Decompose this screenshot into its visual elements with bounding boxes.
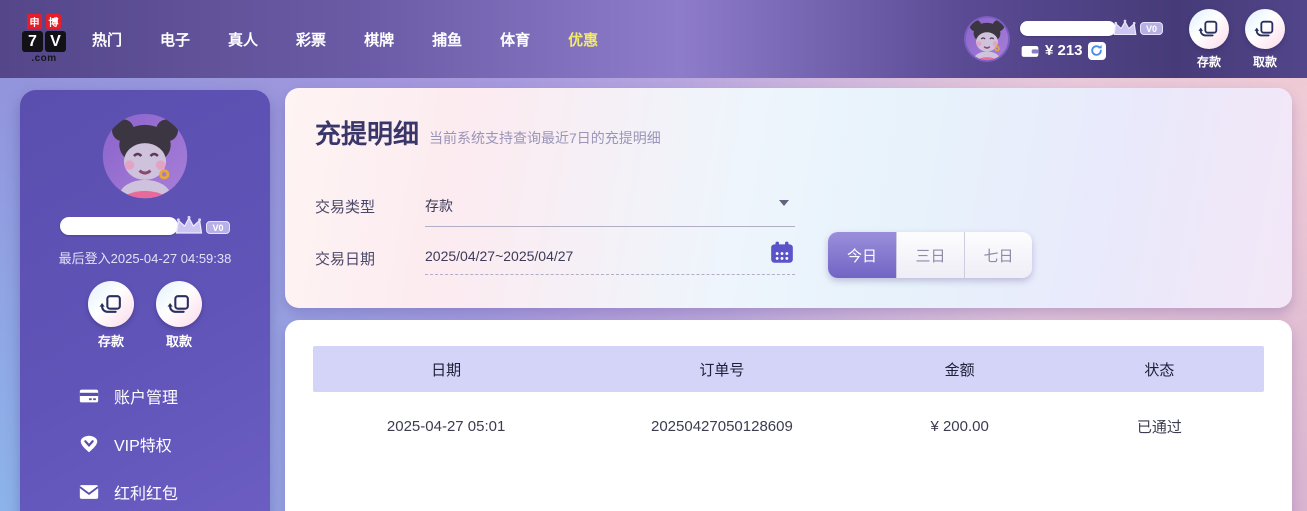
sidebar: V0 最后登入2025-04-27 04:59:38 存款 取款 账户管理 VI… (20, 90, 270, 511)
logo-badge-bo: 博 (46, 14, 61, 29)
transaction-type-select[interactable]: 存款 (425, 192, 795, 227)
deposit-button[interactable]: 存款 (1189, 8, 1229, 70)
deposit-label: 存款 (1196, 54, 1221, 69)
menu-item-chess[interactable]: 棋牌 (364, 29, 394, 50)
filter-card: 充提明细 当前系统支持查询最近7日的充提明细 交易类型 存款 交易日期 2025… (285, 88, 1292, 308)
deposit-icon (1189, 8, 1229, 49)
logo-7v: 7 V (22, 31, 66, 52)
logo-badges: 申 博 (27, 14, 61, 29)
table-row: 2025-04-27 05:01 20250427050128609 ¥ 200… (313, 392, 1264, 460)
site-logo[interactable]: 申 博 7 V .com (22, 14, 66, 64)
main-menu: 热门 电子 真人 彩票 棋牌 捕鱼 体育 优惠 (92, 29, 598, 50)
logo-tile-7: 7 (22, 31, 43, 52)
cell-amount: ¥ 200.00 (930, 417, 989, 435)
withdraw-label: 取款 (1252, 54, 1277, 69)
date-range-group: 今日 三日 七日 (828, 232, 1032, 278)
transaction-date-row: 交易日期 2025/04/27~2025/04/27 (315, 241, 795, 275)
sidebar-vip-level-badge: V0 (206, 221, 230, 234)
sidebar-menu: 账户管理 VIP特权 红利红包 (20, 372, 270, 511)
username-redacted (1019, 20, 1116, 36)
nav-user-info: V0 ¥ 213 (1019, 18, 1163, 61)
column-header-status: 状态 (1144, 361, 1175, 379)
logo-tile-v: V (45, 31, 66, 52)
sidebar-item-account-management[interactable]: 账户管理 (20, 372, 270, 420)
menu-item-sports[interactable]: 体育 (500, 29, 530, 50)
red-packet-envelope-icon (79, 485, 99, 499)
logo-badge-shen: 申 (27, 14, 42, 29)
menu-item-hot[interactable]: 热门 (92, 29, 122, 50)
sidebar-withdraw-icon (156, 281, 202, 327)
column-header-amount: 金额 (944, 361, 975, 379)
top-nav: 申 博 7 V .com 热门 电子 真人 彩票 棋牌 捕鱼 体育 优惠 V0 … (0, 0, 1307, 78)
transaction-date-value: 2025/04/27~2025/04/27 (425, 248, 574, 264)
withdraw-icon (1245, 8, 1285, 49)
transaction-type-label: 交易类型 (315, 199, 376, 216)
chevron-down-icon (779, 200, 789, 206)
sidebar-deposit-button[interactable]: 存款 (88, 281, 134, 350)
range-seven-days-button[interactable]: 七日 (964, 232, 1032, 278)
vip-crown-icon (1113, 19, 1137, 35)
nav-username-row: V0 (1019, 18, 1163, 36)
withdraw-button[interactable]: 取款 (1245, 8, 1285, 70)
calendar-icon (771, 241, 793, 263)
transaction-date-input[interactable]: 2025/04/27~2025/04/27 (425, 241, 795, 275)
cell-date: 2025-04-27 05:01 (386, 417, 506, 435)
wallet-icon (1021, 45, 1039, 57)
menu-item-fishing[interactable]: 捕鱼 (432, 29, 462, 50)
sidebar-deposit-icon (88, 281, 134, 327)
nav-actions: 存款 取款 (1189, 8, 1285, 70)
bank-card-icon (79, 389, 99, 403)
sidebar-item-bonus-red-packet[interactable]: 红利红包 (20, 468, 270, 511)
vip-shield-icon (80, 435, 98, 453)
logo-com-text: .com (31, 53, 57, 64)
sidebar-vip-crown-icon (176, 215, 203, 234)
balance-amount: ¥ 213 (1044, 42, 1083, 59)
nav-balance-row: ¥ 213 (1020, 41, 1163, 61)
sidebar-item-vip-privileges[interactable]: VIP特权 (20, 420, 270, 468)
sidebar-withdraw-button[interactable]: 取款 (156, 281, 202, 350)
sidebar-withdraw-label: 取款 (165, 334, 192, 349)
sidebar-actions: 存款 取款 (88, 281, 202, 350)
range-today-button[interactable]: 今日 (828, 232, 896, 278)
records-table: 日期 订单号 金额 状态 2025-04-27 05:01 2025042705… (313, 346, 1264, 460)
refresh-balance-button[interactable] (1087, 41, 1106, 60)
sidebar-user-avatar (102, 113, 188, 199)
records-card: 日期 订单号 金额 状态 2025-04-27 05:01 2025042705… (285, 320, 1292, 511)
sidebar-item-label: VIP特权 (114, 438, 172, 455)
menu-item-live[interactable]: 真人 (228, 29, 258, 50)
sidebar-item-label: 红利红包 (114, 486, 179, 503)
sidebar-item-label: 账户管理 (114, 390, 179, 407)
page-subtitle: 当前系统支持查询最近7日的充提明细 (429, 130, 661, 146)
menu-item-slots[interactable]: 电子 (160, 29, 190, 50)
sidebar-username-redacted (60, 217, 179, 235)
refresh-icon (1091, 44, 1102, 56)
vip-level-badge: V0 (1139, 21, 1163, 35)
cell-order-number: 20250427050128609 (651, 417, 793, 435)
transaction-type-row: 交易类型 存款 (315, 192, 795, 227)
column-header-order-number: 订单号 (699, 361, 745, 379)
transaction-type-value: 存款 (425, 198, 453, 214)
menu-item-promos[interactable]: 优惠 (568, 29, 598, 50)
range-three-days-button[interactable]: 三日 (896, 232, 964, 278)
page-title: 充提明细 (315, 119, 420, 149)
calendar-picker-button[interactable] (769, 240, 795, 269)
user-avatar[interactable] (963, 16, 1010, 62)
column-header-date: 日期 (431, 361, 462, 379)
transaction-date-label: 交易日期 (315, 251, 376, 268)
cell-status: 已通过 (1136, 418, 1182, 436)
sidebar-username-row: V0 (60, 214, 230, 235)
sidebar-deposit-label: 存款 (97, 334, 124, 349)
table-header-row: 日期 订单号 金额 状态 (313, 346, 1264, 392)
menu-item-lottery[interactable]: 彩票 (296, 29, 326, 50)
nav-user-cluster: V0 ¥ 213 (963, 16, 1163, 62)
last-login-text: 最后登入2025-04-27 04:59:38 (58, 251, 232, 266)
title-row: 充提明细 当前系统支持查询最近7日的充提明细 (285, 88, 1292, 151)
